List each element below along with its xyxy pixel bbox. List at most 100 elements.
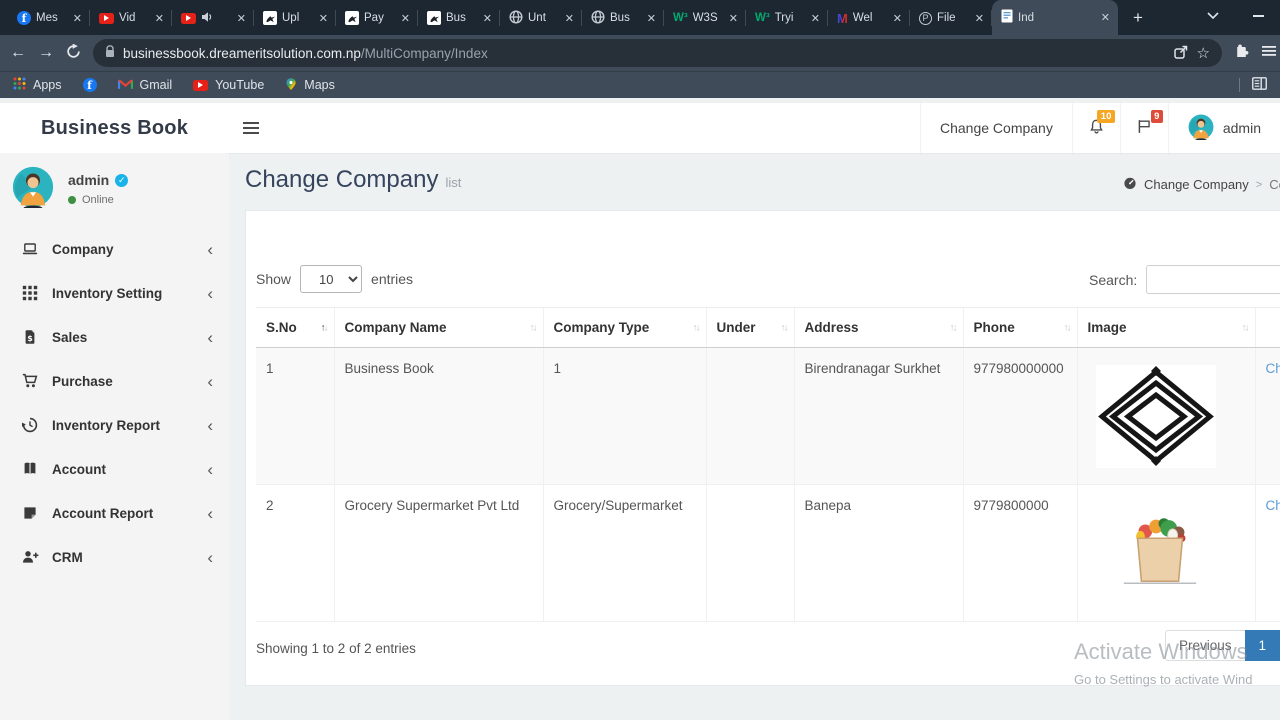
minimize-icon[interactable] [1253, 15, 1264, 17]
column-header-under[interactable]: Under↑↓ [706, 308, 794, 348]
cell-sno: 1 [256, 348, 334, 485]
browser-tab[interactable]: Bus✕ [418, 1, 500, 35]
bookmark-item[interactable]: Gmail [118, 78, 173, 93]
page-1-button[interactable]: 1 [1245, 630, 1280, 661]
column-header-phone[interactable]: Phone↑↓ [963, 308, 1077, 348]
tab-close-icon[interactable]: ✕ [644, 11, 659, 26]
lock-icon[interactable] [105, 45, 115, 61]
browser-tab[interactable]: Bus✕ [582, 1, 664, 35]
column-header-image[interactable]: Image↑↓ [1077, 308, 1255, 348]
new-tab-button[interactable]: + [1125, 5, 1151, 31]
cell-action: Cha [1255, 348, 1280, 485]
sort-icon: ↑↓ [1064, 322, 1070, 333]
change-company-link[interactable]: Cha [1266, 361, 1280, 376]
user-menu[interactable]: admin [1168, 103, 1280, 153]
notifications-button[interactable]: 10 [1072, 103, 1120, 153]
file-dollar-icon: $ [21, 329, 39, 345]
sidebar-item-company[interactable]: Company‹ [0, 227, 229, 271]
column-header-action[interactable] [1255, 308, 1280, 348]
previous-page-button[interactable]: Previous [1165, 630, 1246, 661]
note-icon [21, 505, 39, 521]
browser-tab[interactable]: ✕ [172, 1, 254, 35]
w3schools-icon: W³ [755, 12, 770, 24]
column-header-company-type[interactable]: Company Type↑↓ [543, 308, 706, 348]
browser-tab[interactable]: Vid ✕ [90, 1, 172, 35]
chevron-left-icon: ‹ [207, 329, 213, 346]
extensions-icon[interactable] [1234, 43, 1250, 64]
tab-title: Vid [119, 12, 147, 24]
table-card: Show 10 entries Search: S.No↑↓Company Na… [245, 210, 1280, 686]
tab-audio-icon[interactable] [201, 11, 213, 26]
breadcrumb-item[interactable]: Change Company [1144, 177, 1249, 192]
cell-under [706, 485, 794, 622]
sidebar-item-purchase[interactable]: Purchase‹ [0, 359, 229, 403]
tab-close-icon[interactable]: ✕ [152, 11, 167, 26]
tab-close-icon[interactable]: ✕ [398, 11, 413, 26]
verified-check-icon: ✓ [115, 174, 128, 187]
column-header-company-name[interactable]: Company Name↑↓ [334, 308, 543, 348]
browser-tab[interactable]: MWel✕ [828, 1, 910, 35]
tab-close-icon[interactable]: ✕ [70, 11, 85, 26]
tab-close-icon[interactable]: ✕ [316, 11, 331, 26]
column-header-s-no[interactable]: S.No↑↓ [256, 308, 334, 348]
page-length-select[interactable]: 10 [300, 265, 362, 293]
header-avatar [1188, 114, 1214, 143]
tab-close-icon[interactable]: ✕ [562, 11, 577, 26]
table-row: 1Business Book1Birendranagar Surkhet9779… [256, 348, 1280, 485]
globe-icon [591, 10, 605, 27]
bookmark-item[interactable]: Maps [285, 77, 335, 94]
browser-tab[interactable]: fMes✕ [8, 1, 90, 35]
bookmark-item[interactable]: f [83, 78, 97, 92]
forward-icon[interactable]: → [38, 45, 54, 61]
sidebar-item-label: Inventory Setting [52, 286, 162, 301]
main-content: Change Companylist Change Company > Comp… [229, 158, 1280, 720]
tab-search-chevron-icon[interactable] [1207, 7, 1219, 25]
change-company-button[interactable]: Change Company [920, 103, 1072, 153]
back-icon[interactable]: ← [10, 45, 26, 61]
browser-tab[interactable]: Ind✕ [992, 0, 1118, 35]
reload-icon[interactable] [66, 44, 81, 63]
sidebar-item-inventory-report[interactable]: Inventory Report‹ [0, 403, 229, 447]
search-input[interactable] [1146, 265, 1280, 294]
tab-close-icon[interactable]: ✕ [972, 11, 987, 26]
address-bar[interactable]: businessbook.dreameritsolution.com.np/Mu… [93, 39, 1222, 67]
web-page: Business Book Change Company 10 9 admin [0, 98, 1280, 720]
tab-close-icon[interactable]: ✕ [890, 11, 905, 26]
tab-close-icon[interactable]: ✕ [1098, 10, 1113, 25]
browser-tab[interactable]: Pay✕ [336, 1, 418, 35]
browser-tab[interactable]: W³ Tryi ✕ [746, 1, 828, 35]
bookmark-star-icon[interactable]: ☆ [1197, 44, 1210, 62]
bird-logo-icon [263, 11, 277, 25]
sidebar-item-sales[interactable]: $Sales‹ [0, 315, 229, 359]
sidebar-toggle-icon[interactable] [229, 103, 273, 153]
sidebar-item-inventory-setting[interactable]: Inventory Setting‹ [0, 271, 229, 315]
cell-action: Cha [1255, 485, 1280, 622]
browser-menu-icon[interactable] [1262, 44, 1276, 63]
bookmark-item[interactable]: Apps [13, 77, 62, 93]
sidebar-user-status: Online [82, 194, 114, 206]
tab-close-icon[interactable]: ✕ [808, 11, 823, 26]
cart-icon [21, 373, 39, 389]
tab-close-icon[interactable]: ✕ [234, 11, 249, 26]
window-controls [1207, 7, 1280, 35]
reading-list-icon[interactable] [1252, 77, 1267, 93]
bookmarks-bar: Apps f Gmail YouTube Maps [0, 71, 1280, 98]
bird-logo-icon [345, 11, 359, 25]
sidebar-item-label: Account [52, 462, 106, 477]
sidebar-item-account[interactable]: Account‹ [0, 447, 229, 491]
browser-tab[interactable]: PFile✕ [910, 1, 992, 35]
column-header-address[interactable]: Address↑↓ [794, 308, 963, 348]
tab-close-icon[interactable]: ✕ [726, 11, 741, 26]
browser-tab[interactable]: Unt✕ [500, 1, 582, 35]
sidebar-item-crm[interactable]: CRM‹ [0, 535, 229, 579]
tab-close-icon[interactable]: ✕ [480, 11, 495, 26]
flags-button[interactable]: 9 [1120, 103, 1168, 153]
bookmark-label: Apps [33, 78, 62, 92]
bookmark-item[interactable]: YouTube [193, 78, 264, 92]
tab-title: Tryi [775, 12, 803, 24]
share-icon[interactable] [1173, 44, 1189, 63]
browser-tab[interactable]: W³W3S✕ [664, 1, 746, 35]
change-company-link[interactable]: Cha [1266, 498, 1280, 513]
sidebar-item-account-report[interactable]: Account Report‹ [0, 491, 229, 535]
browser-tab[interactable]: Upl✕ [254, 1, 336, 35]
